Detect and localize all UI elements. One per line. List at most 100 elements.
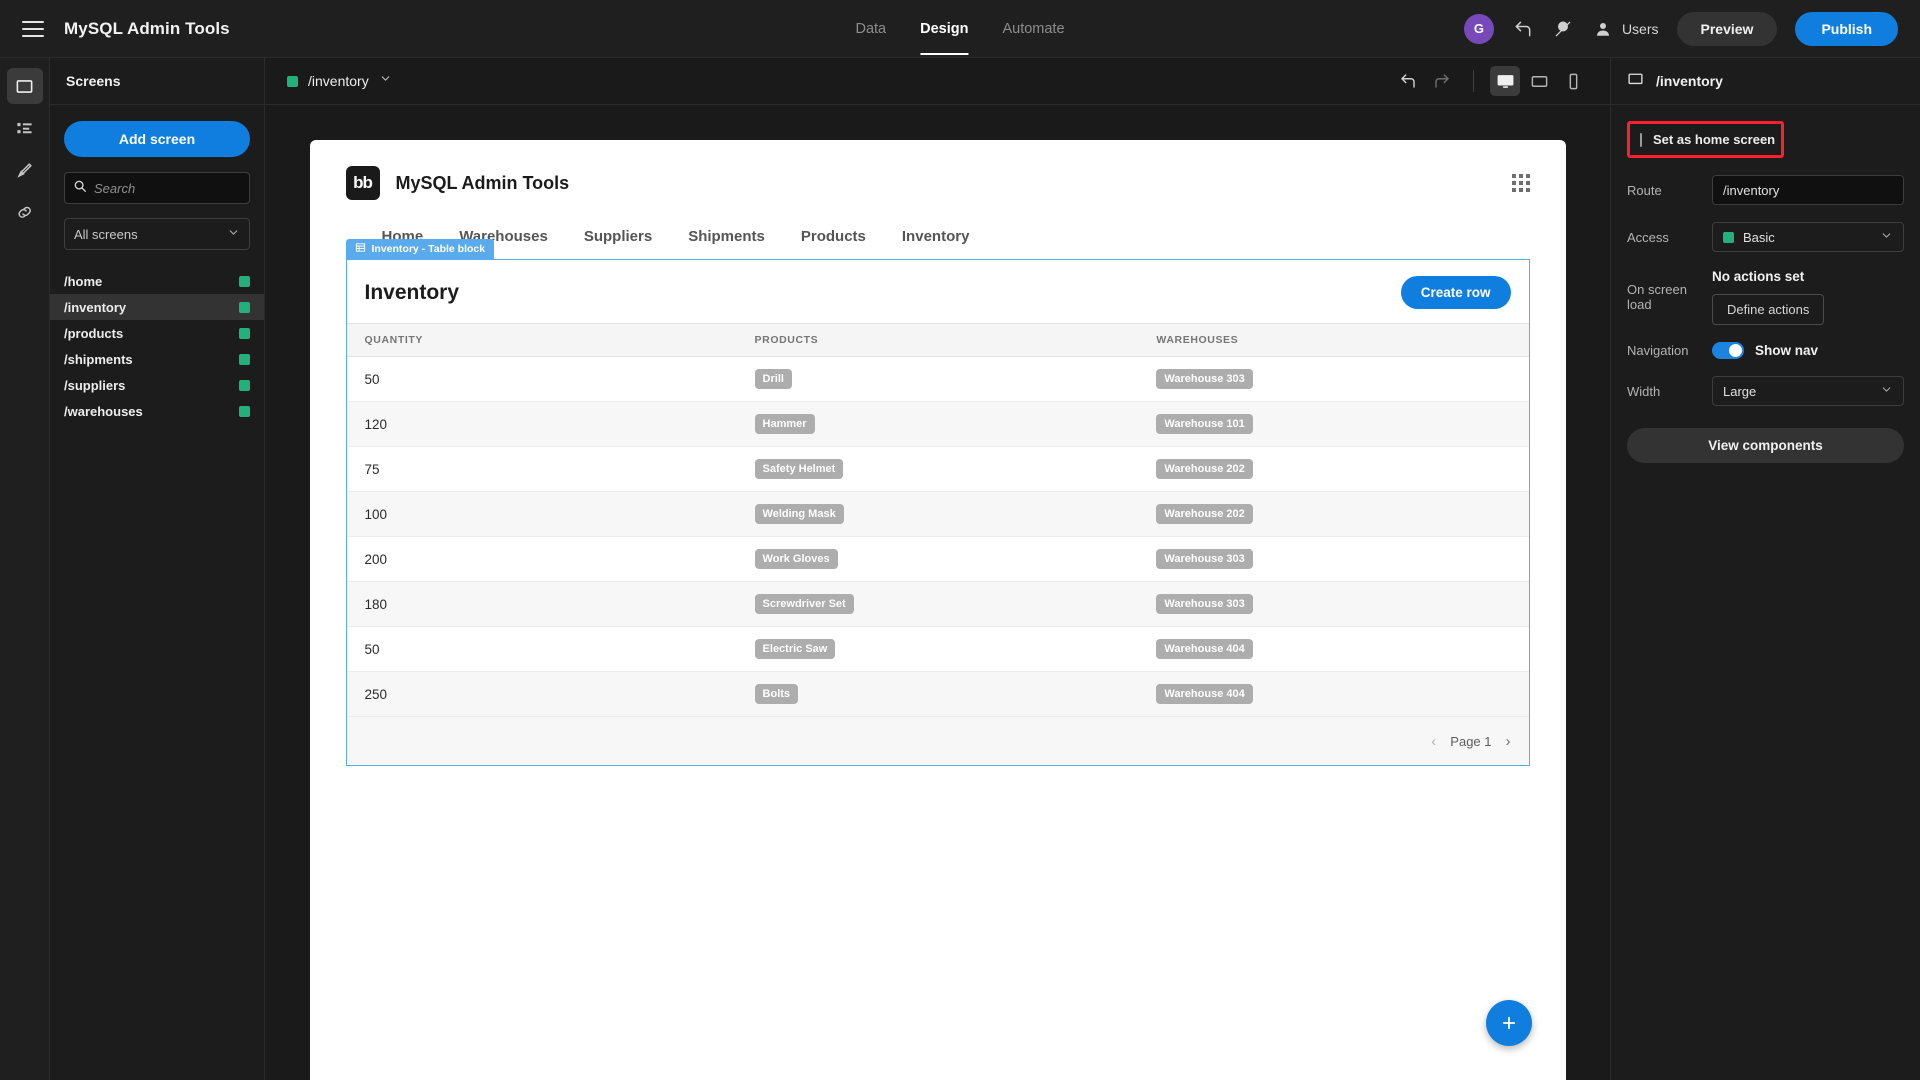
show-nav-label: Show nav bbox=[1755, 343, 1819, 358]
add-component-fab[interactable] bbox=[1485, 1000, 1532, 1046]
rail-screens-icon[interactable] bbox=[6, 68, 43, 104]
product-pill: Hammer bbox=[754, 414, 815, 434]
table-row[interactable]: 180 Screwdriver Set Warehouse 303 bbox=[346, 581, 1529, 627]
table-block[interactable]: Inventory Create row QUANTITY PRODUCTS W… bbox=[345, 259, 1530, 766]
width-select[interactable]: Large bbox=[1712, 376, 1904, 406]
sidebar-item-inventory[interactable]: /inventory bbox=[50, 294, 264, 320]
column-header-warehouses[interactable]: WAREHOUSES bbox=[1138, 323, 1529, 357]
sidebar-item-suppliers[interactable]: /suppliers bbox=[50, 372, 264, 398]
inventory-table: QUANTITY PRODUCTS WAREHOUSES 50 Drill Wa… bbox=[346, 323, 1529, 717]
status-badge bbox=[239, 301, 250, 313]
nav-link-suppliers[interactable]: Suppliers bbox=[584, 228, 652, 245]
status-badge bbox=[239, 275, 250, 287]
on-screen-load-field: On screen load No actions set Define act… bbox=[1627, 269, 1904, 325]
cell-products: Work Gloves bbox=[736, 536, 1139, 582]
add-screen-button[interactable]: Add screen bbox=[64, 121, 250, 157]
search-input[interactable] bbox=[94, 180, 270, 196]
table-row[interactable]: 75 Safety Helmet Warehouse 202 bbox=[346, 446, 1529, 492]
desktop-icon[interactable] bbox=[1490, 66, 1520, 96]
column-header-products[interactable]: PRODUCTS bbox=[736, 323, 1139, 357]
tab-automate[interactable]: Automate bbox=[1002, 3, 1064, 55]
view-components-button[interactable]: View components bbox=[1627, 428, 1904, 463]
theme-icon[interactable] bbox=[1552, 18, 1574, 40]
canvas-route-selector[interactable]: /inventory bbox=[287, 72, 392, 90]
redo-icon[interactable] bbox=[1427, 66, 1457, 96]
canvas-column: /inventory bb MySQL Admin Tools Home War… bbox=[265, 58, 1610, 1080]
table-row[interactable]: 50 Drill Warehouse 303 bbox=[346, 356, 1529, 402]
canvas-route-label: /inventory bbox=[308, 73, 369, 89]
column-header-quantity[interactable]: QUANTITY bbox=[346, 323, 737, 357]
status-badge bbox=[239, 353, 250, 365]
mobile-icon[interactable] bbox=[1558, 66, 1588, 96]
publish-button[interactable]: Publish bbox=[1795, 11, 1898, 46]
chevron-down-icon bbox=[1880, 383, 1893, 399]
table-block-tag[interactable]: Inventory - Table block bbox=[345, 239, 495, 259]
access-select[interactable]: Basic bbox=[1712, 222, 1904, 252]
app-preview: bb MySQL Admin Tools Home Warehouses Sup… bbox=[309, 140, 1566, 1080]
screen-label: /products bbox=[64, 325, 124, 341]
sidebar-item-warehouses[interactable]: /warehouses bbox=[50, 398, 264, 424]
warehouse-pill: Warehouse 202 bbox=[1156, 459, 1253, 479]
warehouse-pill: Warehouse 303 bbox=[1156, 549, 1253, 569]
cell-products: Electric Saw bbox=[736, 626, 1139, 672]
nav-link-shipments[interactable]: Shipments bbox=[688, 228, 765, 245]
cell-products: Welding Mask bbox=[736, 491, 1139, 537]
search-box[interactable]: ✕ bbox=[64, 172, 289, 204]
product-pill: Screwdriver Set bbox=[754, 594, 854, 614]
tablet-icon[interactable] bbox=[1524, 66, 1554, 96]
chevron-right-icon[interactable]: › bbox=[1506, 733, 1511, 750]
warehouse-pill: Warehouse 404 bbox=[1156, 639, 1253, 659]
inspector-header: /inventory bbox=[1611, 58, 1920, 105]
inspector-title: /inventory bbox=[1656, 73, 1723, 89]
cell-products: Hammer bbox=[736, 401, 1139, 447]
cell-quantity: 100 bbox=[346, 491, 737, 537]
route-input[interactable] bbox=[1712, 175, 1904, 205]
sidebar-item-products[interactable]: /products bbox=[50, 320, 264, 346]
table-header-row: QUANTITY PRODUCTS WAREHOUSES bbox=[346, 323, 1529, 357]
cell-products: Bolts bbox=[736, 671, 1139, 717]
table-row[interactable]: 120 Hammer Warehouse 101 bbox=[346, 401, 1529, 447]
sidebar-item-home[interactable]: /home bbox=[50, 268, 264, 294]
cell-quantity: 180 bbox=[346, 581, 737, 627]
screen-icon bbox=[1627, 70, 1644, 92]
sidebar-item-shipments[interactable]: /shipments bbox=[50, 346, 264, 372]
screens-filter-select[interactable]: All screens bbox=[64, 218, 250, 250]
screen-label: /shipments bbox=[64, 351, 133, 367]
cell-quantity: 50 bbox=[346, 626, 737, 672]
preview-button[interactable]: Preview bbox=[1676, 11, 1778, 46]
cell-products: Safety Helmet bbox=[736, 446, 1139, 492]
cell-warehouses: Warehouse 101 bbox=[1138, 401, 1529, 447]
table-row[interactable]: 250 Bolts Warehouse 404 bbox=[346, 671, 1529, 717]
page-label: Page 1 bbox=[1450, 733, 1492, 749]
rail-theme-brush-icon[interactable] bbox=[7, 152, 43, 188]
table-row[interactable]: 200 Work Gloves Warehouse 303 bbox=[346, 536, 1529, 582]
set-home-screen-checkbox[interactable]: Set as home screen bbox=[1627, 121, 1784, 158]
product-pill: Work Gloves bbox=[754, 549, 838, 569]
apps-grid-icon[interactable] bbox=[1511, 174, 1530, 192]
show-nav-toggle[interactable] bbox=[1712, 342, 1744, 359]
route-status-badge bbox=[287, 75, 298, 87]
nav-link-products[interactable]: Products bbox=[801, 228, 866, 245]
nav-link-inventory[interactable]: Inventory bbox=[902, 228, 970, 245]
undo-icon[interactable] bbox=[1393, 66, 1423, 96]
screen-label: /suppliers bbox=[64, 377, 126, 393]
avatar[interactable]: G bbox=[1463, 13, 1494, 44]
hamburger-icon[interactable] bbox=[22, 20, 44, 37]
undo-icon[interactable] bbox=[1512, 18, 1534, 40]
budibase-logo: bb bbox=[345, 166, 380, 200]
tab-data[interactable]: Data bbox=[855, 3, 886, 55]
screens-filter-value: All screens bbox=[74, 226, 138, 242]
rail-components-list-icon[interactable] bbox=[7, 110, 43, 146]
table-row[interactable]: 50 Electric Saw Warehouse 404 bbox=[346, 626, 1529, 672]
chevron-left-icon[interactable]: ‹ bbox=[1431, 733, 1436, 750]
cell-warehouses: Warehouse 303 bbox=[1138, 581, 1529, 627]
users-button[interactable]: Users bbox=[1592, 18, 1659, 40]
search-icon bbox=[73, 179, 87, 198]
table-row[interactable]: 100 Welding Mask Warehouse 202 bbox=[346, 491, 1529, 537]
canvas-toolbar: /inventory bbox=[265, 58, 1610, 105]
define-actions-button[interactable]: Define actions bbox=[1712, 294, 1825, 325]
preview-nav: Home Warehouses Suppliers Shipments Prod… bbox=[346, 200, 1530, 259]
tab-design[interactable]: Design bbox=[920, 3, 969, 55]
create-row-button[interactable]: Create row bbox=[1400, 276, 1511, 309]
rail-links-icon[interactable] bbox=[7, 194, 43, 230]
